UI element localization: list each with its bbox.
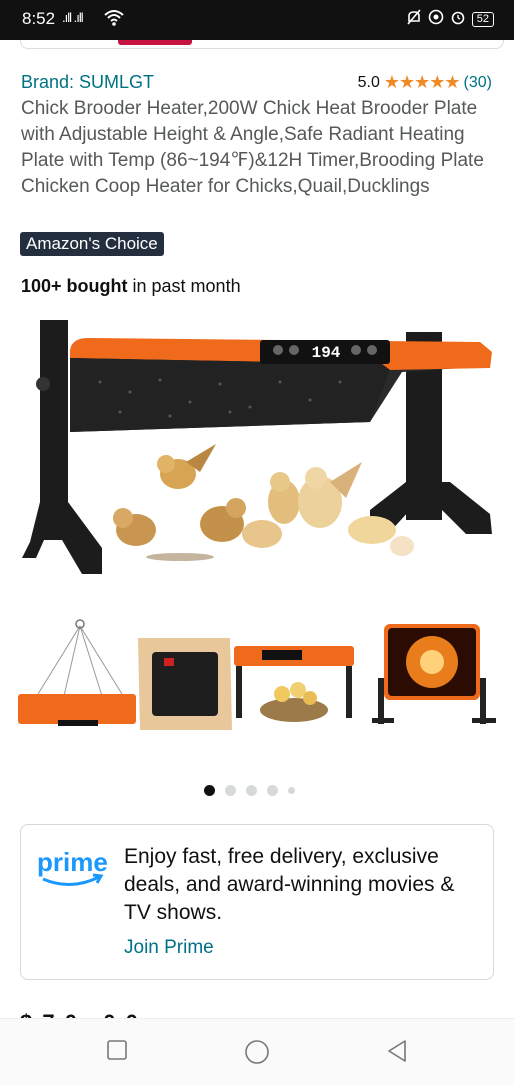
main-product-image[interactable]: 194	[10, 312, 504, 592]
thumbnail-2[interactable]	[138, 638, 232, 730]
status-bar: 8:52 .ıll .ıll 52	[0, 0, 514, 40]
mute-icon	[406, 9, 422, 29]
carousel-dots	[204, 785, 295, 796]
carousel-dot-3[interactable]	[246, 785, 257, 796]
bought-count: 100+ bought in past month	[21, 276, 241, 297]
battery-icon: 52	[471, 11, 494, 27]
product-title: Chick Brooder Heater,200W Chick Heat Bro…	[21, 98, 484, 197]
thumbnail-4[interactable]	[372, 624, 496, 724]
triangle-back-icon[interactable]	[386, 1039, 412, 1065]
rating-value: 5.0	[357, 73, 380, 91]
circle-icon[interactable]	[244, 1039, 270, 1065]
display-temp: 194	[312, 344, 341, 362]
thumbnail-1[interactable]	[18, 619, 136, 726]
carousel-dot-2[interactable]	[225, 785, 236, 796]
prime-promo-card[interactable]: prime Enjoy fast, free delivery, exclusi…	[20, 824, 494, 980]
thumbnail-row	[14, 618, 504, 736]
previous-card-tab	[118, 40, 192, 45]
prime-message: Enjoy fast, free delivery, exclusive dea…	[124, 845, 455, 924]
system-nav-bar	[0, 1018, 514, 1086]
wifi-icon	[104, 9, 124, 32]
star-rating-icon: ★★★★★	[383, 72, 461, 92]
status-time: 8:52	[22, 9, 56, 28]
rating-summary[interactable]: 5.0 ★★★★★ (30)	[358, 72, 492, 93]
brand-link[interactable]: Brand: SUMLGT	[21, 72, 154, 93]
bought-count-rest: in past month	[127, 276, 241, 296]
bought-count-bold: 100+ bought	[21, 276, 128, 296]
square-icon[interactable]	[106, 1039, 132, 1065]
price-peek: $ 7 0 . 0 0	[20, 1010, 140, 1018]
alarm-icon	[450, 9, 466, 29]
signal-icon: .ıll .ıll	[62, 10, 84, 25]
carousel-dot-5[interactable]	[288, 787, 295, 794]
status-icons: 52	[406, 9, 494, 29]
thumbnail-3[interactable]	[234, 646, 354, 722]
prime-logo-icon: prime	[37, 847, 108, 886]
previous-card-edge	[20, 40, 504, 49]
carousel-dot-1[interactable]	[204, 785, 215, 796]
amazons-choice-badge[interactable]: Amazon's Choice	[20, 232, 164, 256]
rating-count[interactable]: (30)	[464, 74, 492, 92]
prime-logo-text: prime	[37, 847, 108, 877]
data-saver-icon	[428, 9, 444, 29]
carousel-dot-4[interactable]	[267, 785, 278, 796]
join-prime-link[interactable]: Join Prime	[124, 937, 214, 959]
